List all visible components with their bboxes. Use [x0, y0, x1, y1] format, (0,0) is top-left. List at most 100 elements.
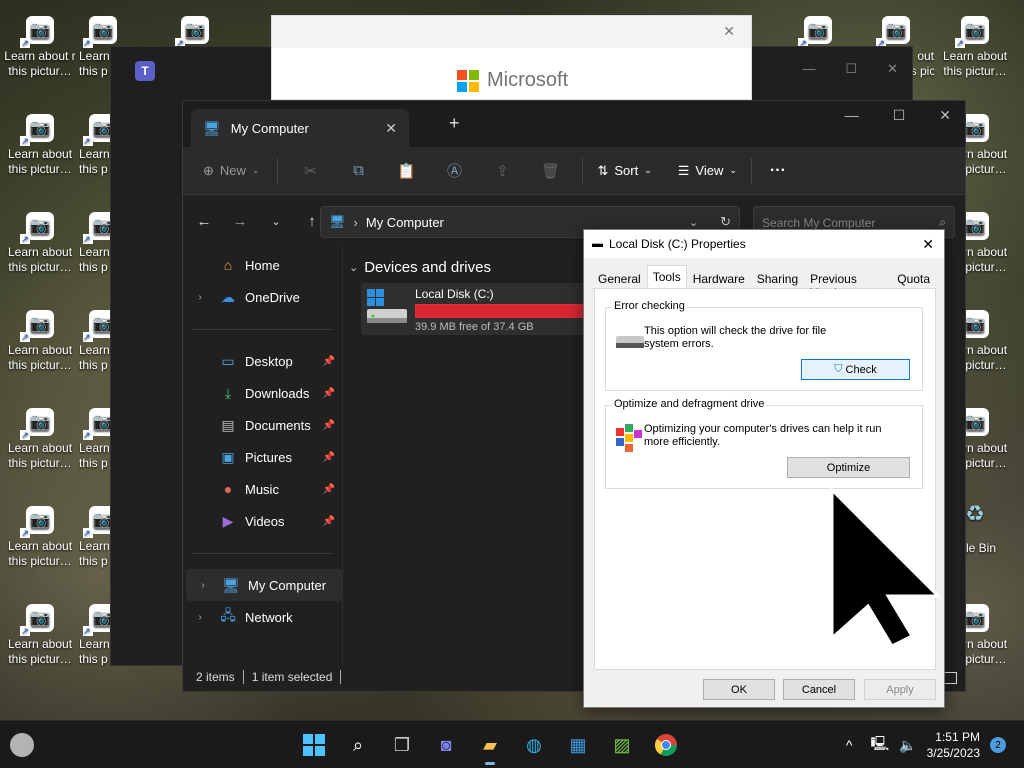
group-description: This option will check the drive for fil…	[644, 325, 827, 350]
file-explorer-icon[interactable]: ▰	[476, 731, 504, 765]
notification-badge[interactable]: 2	[990, 737, 1006, 753]
cancel-button[interactable]: Cancel	[783, 679, 855, 700]
network-icon[interactable]: 🖳	[870, 733, 889, 757]
nav-item-music[interactable]: ● Music 📌	[183, 473, 339, 505]
desktop-icon[interactable]: 📷Learn about this pictur…	[2, 212, 78, 275]
share-icon[interactable]: ⇪	[478, 162, 526, 180]
desktop-icon[interactable]: 📷Learn about r this pictur…	[2, 16, 78, 79]
clock-time: 1:51 PM	[935, 730, 980, 744]
desktop-icon[interactable]: 📷Learn about this pictur…	[2, 310, 78, 373]
devices-section-header[interactable]: ⌄ Devices and drives	[349, 259, 491, 276]
minimize-icon[interactable]: —	[802, 61, 815, 77]
close-icon[interactable]: ✕	[887, 61, 898, 77]
pin-icon[interactable]: 📌	[323, 388, 335, 399]
drive-item-c[interactable]: Local Disk (C:) 39.9 MB free of 37.4 GB	[361, 283, 591, 335]
tab-previous-versions[interactable]: Previous Versions	[804, 268, 891, 300]
desktop-icon[interactable]: 📷Learn this p	[79, 506, 117, 569]
desktop-icon[interactable]: 📷Learn about this pictur…	[937, 16, 1013, 79]
tab-tools[interactable]: Tools	[646, 265, 687, 288]
nav-item-my-computer[interactable]: › 🖥 My Computer	[186, 569, 342, 601]
edge-icon[interactable]: ◍	[520, 731, 548, 759]
view-button[interactable]: ☰ View ⌄	[678, 163, 737, 179]
desktop-icon[interactable]: 📷Learn this p	[79, 408, 117, 471]
desktop-icon[interactable]: 📷Learn this p	[79, 114, 117, 177]
cut-icon[interactable]: ✂	[286, 162, 334, 180]
nav-item-onedrive[interactable]: › ☁ OneDrive	[183, 281, 339, 313]
chrome-icon[interactable]	[652, 731, 680, 759]
desktop-icon[interactable]: 📷Learn this p	[79, 16, 117, 79]
nav-item-desktop[interactable]: ▭ Desktop 📌	[183, 345, 339, 377]
paste-icon[interactable]: 📋	[382, 162, 430, 180]
tab-sharing[interactable]: Sharing	[751, 268, 804, 289]
desktop-icon[interactable]: 📷Learn about this pictur…	[2, 114, 78, 177]
refresh-icon[interactable]: ↻	[720, 214, 731, 230]
store-icon[interactable]: ▦	[564, 731, 592, 759]
nav-label: My Computer	[248, 577, 327, 593]
pin-icon[interactable]: 📌	[323, 420, 335, 431]
start-icon[interactable]	[300, 731, 328, 759]
nav-item-pictures[interactable]: ▣ Pictures 📌	[183, 441, 339, 473]
notepad-icon[interactable]: ▨	[608, 731, 636, 759]
close-icon[interactable]: ✕	[922, 236, 934, 253]
nav-item-videos[interactable]: ▶ Videos 📌	[183, 505, 339, 537]
new-tab-icon[interactable]: +	[449, 113, 460, 134]
expand-chevron-icon[interactable]: ›	[183, 612, 217, 623]
tab-title: My Computer	[230, 120, 309, 136]
tab-general[interactable]: General	[592, 268, 647, 289]
desktop-icon[interactable]: 📷	[157, 16, 233, 49]
camera-icon: 📷	[20, 408, 54, 440]
camera-icon: 📷	[955, 16, 989, 48]
clock[interactable]: 1:51 PM 3/25/2023	[927, 729, 980, 761]
back-icon[interactable]: ←	[195, 213, 213, 230]
copy-icon[interactable]: ⧉	[334, 162, 382, 179]
details-view-icon[interactable]	[943, 672, 957, 684]
pin-icon[interactable]: 📌	[323, 484, 335, 495]
desktop-icon[interactable]: 📷	[780, 16, 856, 49]
sort-button[interactable]: ⇅ Sort ⌄	[597, 163, 651, 179]
close-tab-icon[interactable]: ✕	[385, 120, 397, 137]
ok-button[interactable]: OK	[703, 679, 775, 700]
desktop-icon-label: Learn about this pictur…	[7, 147, 73, 176]
rename-icon[interactable]: Ⓐ	[430, 160, 478, 181]
volume-icon[interactable]: 🔈	[899, 737, 916, 754]
check-button[interactable]: ⛉ Check	[801, 359, 910, 380]
desktop-icon[interactable]: 📷Learn about this pictur…	[2, 408, 78, 471]
desktop-icon[interactable]: 📷Learn this p	[79, 604, 117, 667]
up-icon[interactable]: ↑	[303, 213, 321, 230]
chevron-down-icon[interactable]: ⌄	[689, 216, 698, 229]
nav-item-home[interactable]: ⌂ Home	[183, 249, 339, 281]
nav-item-downloads[interactable]: ⤓ Downloads 📌	[183, 377, 339, 409]
apply-button[interactable]: Apply	[864, 679, 936, 700]
forward-icon[interactable]: →	[231, 213, 249, 230]
new-button[interactable]: ⊕ New ⌄	[203, 163, 259, 179]
desktop-icon[interactable]: 📷Learn about this pictur…	[2, 604, 78, 667]
desktop-icon[interactable]: 📷Learn about this pictur…	[2, 506, 78, 569]
expand-chevron-icon[interactable]: ›	[186, 580, 220, 591]
task-view-icon[interactable]: ❐	[388, 731, 416, 759]
pin-icon[interactable]: 📌	[323, 356, 335, 367]
minimize-icon[interactable]: —	[845, 107, 859, 124]
tab-my-computer[interactable]: 🖥 My Computer ✕	[191, 109, 409, 147]
expand-chevron-icon[interactable]: ›	[183, 292, 217, 303]
nav-item-documents[interactable]: ▤ Documents 📌	[183, 409, 339, 441]
tab-hardware[interactable]: Hardware	[687, 268, 751, 289]
tab-quota[interactable]: Quota	[891, 268, 936, 289]
close-icon[interactable]: ✕	[723, 23, 735, 40]
maximize-icon[interactable]: ☐	[845, 61, 857, 77]
desktop-icon[interactable]: 📷Learn this p	[79, 310, 117, 373]
teams-chat-icon[interactable]: ◙	[432, 731, 460, 759]
close-icon[interactable]: ✕	[939, 107, 951, 124]
pin-icon[interactable]: 📌	[323, 452, 335, 463]
camera-icon: 📷	[20, 604, 54, 636]
maximize-icon[interactable]: ☐	[893, 107, 906, 124]
widgets-icon[interactable]	[10, 733, 34, 757]
search-icon[interactable]: ⌕	[344, 731, 372, 759]
more-options-button[interactable]: ···	[770, 162, 786, 180]
show-hidden-icons-chevron-icon[interactable]: ^	[846, 737, 853, 753]
nav-item-network[interactable]: › 🖧 Network	[183, 601, 339, 633]
recent-chevron-icon[interactable]: ⌄	[267, 215, 285, 228]
pin-icon[interactable]: 📌	[323, 516, 335, 527]
delete-icon[interactable]: 🗑	[526, 162, 574, 180]
desktop-icon[interactable]: 📷Learn this p	[79, 212, 117, 275]
optimize-button[interactable]: Optimize	[787, 457, 910, 478]
